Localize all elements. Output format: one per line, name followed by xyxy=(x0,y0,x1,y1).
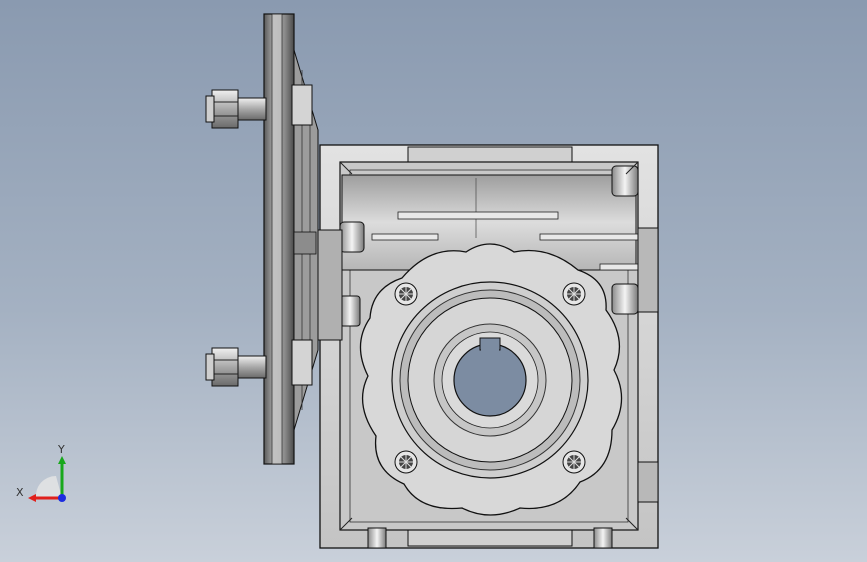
x-axis-label: X xyxy=(16,486,24,499)
y-axis-arrowhead xyxy=(58,456,66,464)
cover-screw-top-left[interactable] xyxy=(394,282,418,306)
gearbox-housing[interactable] xyxy=(317,144,659,549)
lower-bolt[interactable] xyxy=(205,347,267,387)
upper-bolt[interactable] xyxy=(205,89,267,129)
y-axis-label: Y xyxy=(57,443,65,456)
z-axis-dot xyxy=(58,494,66,502)
model-canvas[interactable] xyxy=(0,0,867,562)
bottom-pin-left xyxy=(367,527,387,549)
x-axis-arrowhead xyxy=(28,494,36,502)
motor-flange[interactable] xyxy=(263,13,319,465)
cover-screw-top-right[interactable] xyxy=(562,282,586,306)
axis-triad: X Y xyxy=(16,443,66,502)
3d-viewport[interactable]: X Y xyxy=(0,0,867,562)
cover-screw-bottom-left[interactable] xyxy=(394,450,418,474)
triad-plane xyxy=(35,475,62,498)
bottom-pin-right xyxy=(593,527,613,549)
cover-screw-bottom-right[interactable] xyxy=(562,450,586,474)
